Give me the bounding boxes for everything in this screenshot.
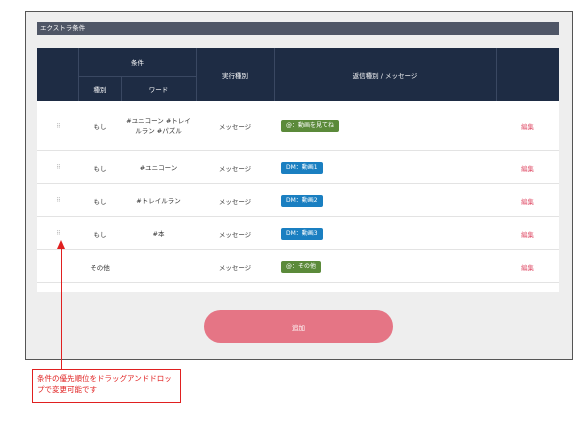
table-row: その他 メッセージ @：その他 編集 (37, 250, 559, 283)
add-button[interactable]: 追加 (204, 310, 393, 343)
cell-word: #本 (152, 229, 165, 238)
table-row[interactable]: ⠿ もし #ユニコーン #トレイルラン #パズル メッセージ @：動画を見てね 編集 (37, 101, 559, 151)
cell-type: もし (93, 230, 107, 239)
drag-handle-icon[interactable]: ⠿ (56, 123, 61, 130)
annotation-arrow-icon (57, 240, 65, 249)
header-exec-type: 実行種別 (222, 72, 248, 80)
header-condition: 条件 (131, 59, 144, 67)
cell-exec-type: メッセージ (218, 123, 252, 131)
edit-link[interactable]: 編集 (521, 229, 534, 239)
reply-badge: DM：動画1 (281, 161, 323, 174)
edit-link[interactable]: 編集 (521, 163, 534, 173)
cell-type: その他 (90, 263, 110, 272)
cell-exec-type: メッセージ (218, 230, 252, 239)
table-row[interactable]: ⠿ もし #本 メッセージ DM：動画3 編集 (37, 217, 559, 250)
reply-badge: DM：動画3 (281, 227, 323, 240)
header-word: ワード (148, 86, 169, 94)
cell-exec-type: メッセージ (218, 197, 252, 206)
cell-type: もし (93, 123, 107, 131)
drag-handle-icon[interactable]: ⠿ (56, 197, 61, 204)
edit-link[interactable]: 編集 (521, 262, 534, 272)
cell-word: #ユニコーン (139, 163, 178, 172)
cell-reply: @：その他 (281, 250, 491, 283)
cell-edit: 編集 (496, 217, 559, 250)
drag-handle-cell[interactable]: ⠿ (37, 184, 79, 217)
cell-exec-type: メッセージ (218, 263, 252, 272)
cell-edit: 編集 (496, 151, 559, 184)
cell-edit: 編集 (496, 184, 559, 217)
cell-edit: 編集 (496, 101, 559, 151)
reply-badge: DM：動画2 (281, 194, 323, 207)
cell-edit: 編集 (496, 250, 559, 283)
drag-handle-cell[interactable]: ⠿ (37, 101, 79, 151)
cell-word: #ユニコーン #トレイルラン #パズル (126, 117, 191, 135)
cell-reply: DM：動画2 (281, 184, 491, 217)
drag-handle-cell (37, 250, 79, 283)
cell-type: もし (93, 197, 107, 206)
annotation-callout: 条件の優先順位をドラッグアンドドロップで変更可能です (32, 369, 181, 403)
annotation-pointer-line (61, 248, 62, 370)
table-row[interactable]: ⠿ もし #ユニコーン メッセージ DM：動画1 編集 (37, 151, 559, 184)
table-header: 条件 種別 ワード 実行種別 返信種別 / メッセージ (37, 48, 559, 101)
cell-type: もし (93, 164, 107, 173)
settings-panel: エクストラ条件 条件 種別 ワード 実行種別 返信種別 / メッセージ ⠿ もし #… (25, 11, 573, 360)
table-row[interactable]: ⠿ もし #トレイルラン メッセージ DM：動画2 編集 (37, 184, 559, 217)
cell-word (125, 250, 192, 283)
header-type: 種別 (93, 86, 107, 94)
cell-word: #トレイルラン (136, 196, 181, 205)
cell-exec-type: メッセージ (218, 164, 252, 173)
edit-link[interactable]: 編集 (521, 121, 534, 131)
section-title: エクストラ条件 (37, 22, 559, 35)
cell-reply: @：動画を見てね (281, 101, 491, 151)
edit-link[interactable]: 編集 (521, 196, 534, 206)
conditions-table: 条件 種別 ワード 実行種別 返信種別 / メッセージ ⠿ もし #ユニコーン #ト… (37, 48, 559, 292)
drag-handle-cell[interactable]: ⠿ (37, 151, 79, 184)
cell-reply: DM：動画1 (281, 151, 491, 184)
reply-badge: @：その他 (281, 260, 322, 273)
cell-reply: DM：動画3 (281, 217, 491, 250)
header-reply: 返信種別 / メッセージ (352, 72, 418, 80)
drag-handle-icon[interactable]: ⠿ (56, 230, 61, 237)
reply-badge: @：動画を見てね (281, 120, 340, 132)
drag-handle-icon[interactable]: ⠿ (56, 164, 61, 171)
